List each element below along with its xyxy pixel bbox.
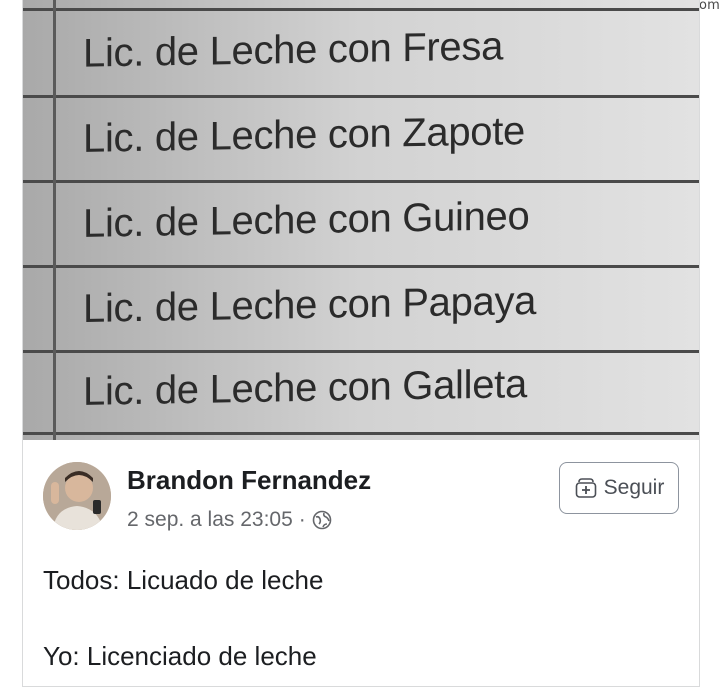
photo-row-text: Lic. de Leche con Fresa	[83, 24, 504, 76]
photo-row-text: Lic. de Leche con Papaya	[83, 279, 537, 331]
post-photo[interactable]: Lic. de Leche con Fresa Lic. de Leche co…	[23, 0, 699, 440]
author-name[interactable]: Brandon Fernandez	[127, 465, 371, 496]
photo-row-text: Lic. de Leche con Galleta	[83, 362, 527, 414]
avatar[interactable]	[43, 462, 111, 530]
table-rule	[23, 8, 699, 11]
table-rule	[23, 350, 699, 353]
photo-row-text: Lic. de Leche con Zapote	[83, 109, 525, 161]
post-card: Lic. de Leche con Fresa Lic. de Leche co…	[22, 0, 700, 687]
post-timestamp[interactable]: 2 sep. a las 23:05	[127, 508, 293, 532]
add-follow-icon	[575, 478, 596, 498]
post-text-line-2: Yo: Licenciado de leche	[43, 641, 317, 671]
post-text-line-1: Todos: Licuado de leche	[43, 565, 324, 595]
post-header: Brandon Fernandez 2 sep. a las 23:05 · S…	[23, 450, 699, 540]
meta-separator: ·	[298, 508, 306, 531]
table-rule	[23, 95, 699, 98]
globe-icon	[312, 510, 332, 530]
table-rule	[23, 432, 699, 435]
post-meta: 2 sep. a las 23:05 ·	[127, 508, 332, 532]
follow-button[interactable]: Seguir	[559, 462, 679, 514]
table-rule	[23, 265, 699, 268]
avatar-image	[43, 462, 111, 530]
follow-label: Seguir	[603, 476, 665, 499]
photo-row-text: Lic. de Leche con Guineo	[83, 194, 530, 246]
table-rule	[23, 180, 699, 183]
table-column-rule	[53, 0, 56, 440]
